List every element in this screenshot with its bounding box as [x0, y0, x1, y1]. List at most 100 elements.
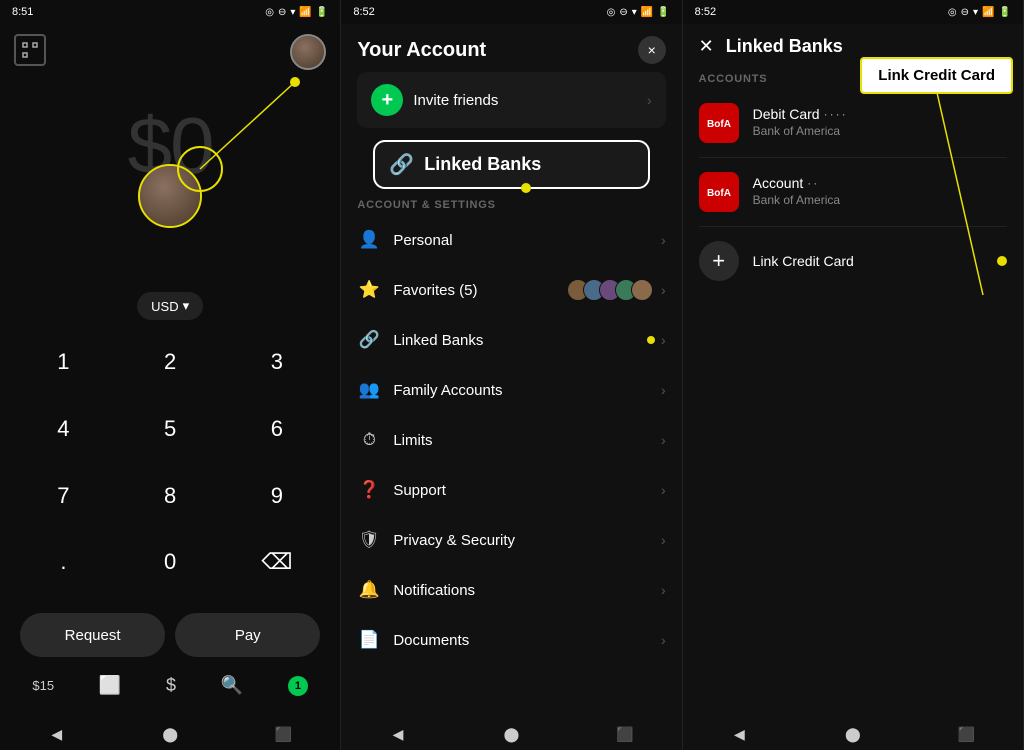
debit-card-row[interactable]: BofA Debit Card ···· Bank of America — [683, 89, 1023, 157]
family-icon: 👥 — [357, 378, 381, 402]
support-icon: ❓ — [357, 478, 381, 502]
status-bar-3: 8:52 ◎ ⊖ ▾ 📶 🔋 — [683, 0, 1023, 24]
account-row[interactable]: BofA Account ·· Bank of America — [683, 158, 1023, 226]
recent-button-1[interactable]: ⬛ — [274, 724, 294, 744]
nav-dollar[interactable]: $ — [166, 675, 176, 696]
home-button-3[interactable]: ⬤ — [843, 724, 863, 744]
recent-button-3[interactable]: ⬛ — [956, 724, 976, 744]
back-button-2[interactable]: ◀ — [388, 724, 408, 744]
invite-plus-icon: + — [371, 84, 403, 116]
link-cc-dot — [997, 256, 1007, 266]
invite-friends-row[interactable]: + Invite friends › — [357, 72, 665, 128]
limits-label: Limits — [393, 432, 432, 449]
system-nav-bar-3: ◀ ⬤ ⬛ — [683, 718, 1023, 750]
documents-icon: 📄 — [357, 628, 381, 652]
numpad-2[interactable]: 2 — [117, 336, 224, 388]
system-nav-bar-1: ◀ ⬤ ⬛ — [0, 718, 340, 750]
debit-card-type: Debit Card — [753, 106, 820, 122]
support-label: Support — [393, 482, 446, 499]
back-x-button[interactable]: ✕ — [699, 36, 714, 57]
menu-item-support[interactable]: ❓ Support › — [341, 465, 681, 515]
numpad: 1 2 3 4 5 6 7 8 9 . 0 ⌫ — [10, 336, 330, 603]
bottom-nav-bar: $15 ⬜ $ 🔍 1 — [10, 667, 330, 708]
panel-linked-banks: 8:52 ◎ ⊖ ▾ 📶 🔋 ✕ Linked Banks Link Credi… — [683, 0, 1024, 750]
back-button-1[interactable]: ◀ — [47, 724, 67, 744]
scan-icon[interactable] — [14, 34, 46, 66]
numpad-6[interactable]: 6 — [224, 403, 331, 455]
privacy-chevron: › — [661, 532, 666, 548]
status-bar-2: 8:52 ◎ ⊖ ▾ 📶 🔋 — [341, 0, 681, 24]
numpad-0[interactable]: 0 — [117, 536, 224, 588]
limits-chevron: › — [661, 432, 666, 448]
currency-selector[interactable]: USD ▾ — [137, 292, 203, 320]
dollar-icon: $ — [166, 675, 176, 696]
privacy-icon: 🛡 — [357, 528, 381, 552]
favorites-icon: ⭐ — [357, 278, 381, 302]
account-bank: Bank of America — [753, 193, 840, 207]
recent-button-2[interactable]: ⬛ — [615, 724, 635, 744]
favorites-label: Favorites (5) — [393, 282, 477, 299]
menu-item-documents[interactable]: 📄 Documents › — [341, 615, 681, 665]
menu-item-privacy[interactable]: 🛡 Privacy & Security › — [341, 515, 681, 565]
favorites-chevron: › — [661, 282, 666, 298]
home-button-2[interactable]: ⬤ — [501, 724, 521, 744]
nav-amount[interactable]: $15 — [32, 678, 54, 693]
linked-banks-dot — [647, 336, 655, 344]
linked-banks-icon: 🔗 — [389, 152, 414, 177]
nav-amount-value: $15 — [32, 678, 54, 693]
family-label: Family Accounts — [393, 382, 502, 399]
link-credit-card-row[interactable]: + Link Credit Card — [683, 227, 1023, 295]
top-icons-row — [10, 34, 330, 70]
linked-banks-menu-icon: 🔗 — [357, 328, 381, 352]
favorites-avatars — [567, 279, 653, 301]
menu-item-limits[interactable]: ⏱ Limits › — [341, 415, 681, 465]
invite-chevron: › — [647, 92, 652, 108]
debit-card-bank: Bank of America — [753, 124, 840, 138]
status-icons-1: ◎ ⊖ ▾ 📶 🔋 — [265, 7, 328, 18]
numpad-backspace[interactable]: ⌫ — [224, 536, 331, 588]
numpad-9[interactable]: 9 — [224, 470, 331, 522]
svg-text:BofA: BofA — [707, 188, 731, 199]
panel3-title: Linked Banks — [726, 36, 843, 57]
menu-item-favorites[interactable]: ⭐ Favorites (5) › — [341, 265, 681, 315]
invite-label: Invite friends — [413, 92, 498, 109]
pay-button[interactable]: Pay — [175, 613, 320, 657]
numpad-5[interactable]: 5 — [117, 403, 224, 455]
menu-item-family[interactable]: 👥 Family Accounts › — [341, 365, 681, 415]
documents-chevron: › — [661, 632, 666, 648]
numpad-7[interactable]: 7 — [10, 470, 117, 522]
nav-notification[interactable]: 1 — [288, 676, 308, 696]
menu-list: 👤 Personal › ⭐ Favorites (5) › — [341, 215, 681, 718]
linked-banks-menu-label: Linked Banks — [393, 332, 483, 349]
personal-chevron: › — [661, 232, 666, 248]
limits-icon: ⏱ — [357, 428, 381, 452]
link-cc-plus-icon: + — [699, 241, 739, 281]
back-button-3[interactable]: ◀ — [729, 724, 749, 744]
nav-activity[interactable]: ⬜ — [99, 675, 121, 696]
status-time-2: 8:52 — [353, 6, 374, 18]
main-content: $0 USD ▾ 1 2 3 4 5 6 7 8 9 — [0, 24, 340, 718]
numpad-4[interactable]: 4 — [10, 403, 117, 455]
numpad-dot[interactable]: . — [10, 536, 117, 588]
status-time-3: 8:52 — [695, 6, 716, 18]
home-button-1[interactable]: ⬤ — [160, 724, 180, 744]
personal-icon: 👤 — [357, 228, 381, 252]
linked-banks-highlighted[interactable]: 🔗 Linked Banks — [373, 140, 649, 189]
menu-item-personal[interactable]: 👤 Personal › — [341, 215, 681, 265]
numpad-8[interactable]: 8 — [117, 470, 224, 522]
numpad-3[interactable]: 3 — [224, 336, 331, 388]
boa-debit-icon: BofA — [699, 103, 739, 143]
numpad-1[interactable]: 1 — [10, 336, 117, 388]
notifications-label: Notifications — [393, 582, 475, 599]
menu-item-linked-banks[interactable]: 🔗 Linked Banks › — [341, 315, 681, 365]
close-button[interactable]: × — [638, 36, 666, 64]
link-credit-card-label: Link Credit Card — [753, 253, 854, 269]
svg-text:BofA: BofA — [707, 119, 731, 130]
documents-label: Documents — [393, 632, 469, 649]
panel2-title: Your Account — [357, 39, 486, 62]
nav-search[interactable]: 🔍 — [221, 675, 243, 696]
menu-item-notifications[interactable]: 🔔 Notifications › — [341, 565, 681, 615]
profile-avatar-small[interactable] — [290, 34, 326, 70]
panel2-header: Your Account × — [341, 24, 681, 72]
request-button[interactable]: Request — [20, 613, 165, 657]
